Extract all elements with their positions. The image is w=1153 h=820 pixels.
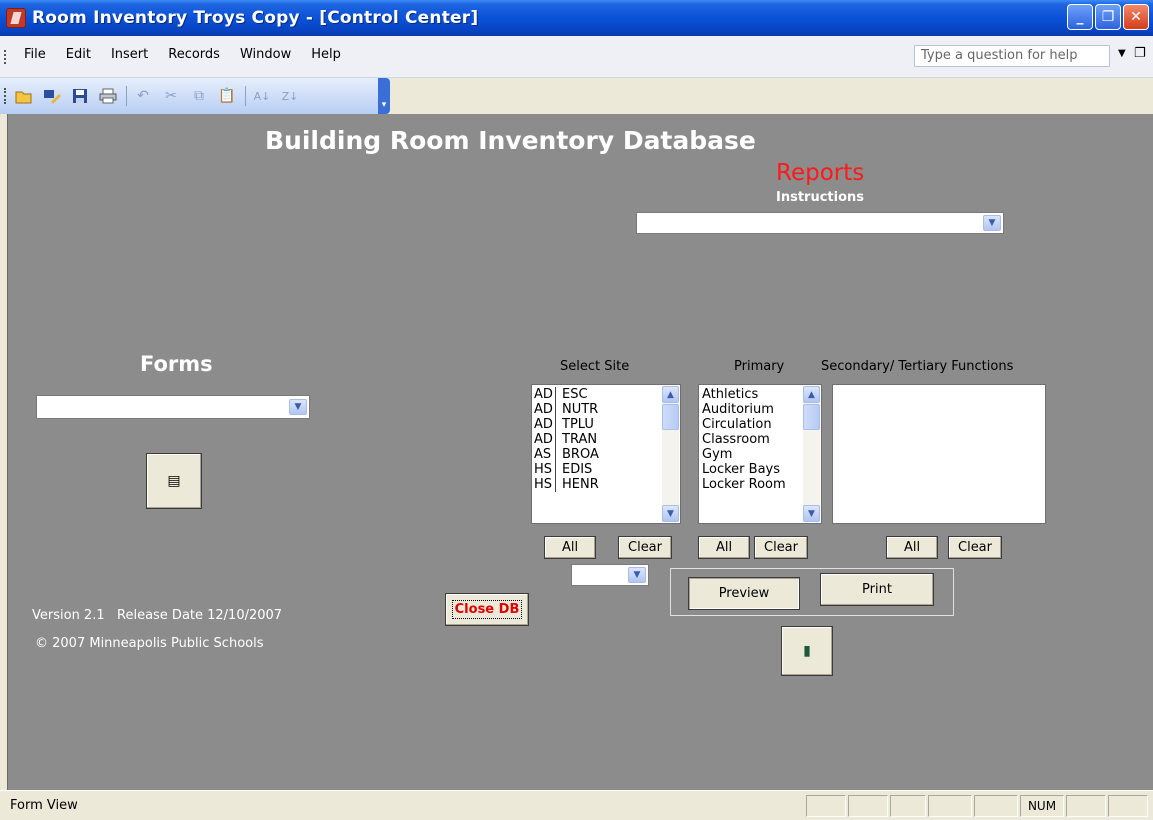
site-all-button[interactable]: All [544,536,596,559]
book-icon: ▮ [803,643,811,659]
open-icon[interactable] [14,86,34,106]
menu-bar: File Edit Insert Records Window Help Typ… [0,36,1153,78]
status-mode: Form View [10,798,78,813]
site-clear-button[interactable]: Clear [618,536,672,559]
primary-clear-button[interactable]: Clear [754,536,808,559]
chevron-down-icon[interactable]: ▼ [628,567,646,583]
scroll-thumb[interactable] [662,404,679,430]
status-panel [1066,795,1106,817]
help-question-input[interactable]: Type a question for help [914,45,1110,67]
list-item[interactable]: HS EDIS [532,462,680,477]
primary-listbox[interactable]: Athletics Auditorium Circulation Classro… [698,384,822,524]
secondary-label: Secondary/ Tertiary Functions [821,359,1014,374]
report-button[interactable]: ▮ [781,626,833,676]
control-center-form: Building Room Inventory Database Reports… [7,114,1153,790]
menu-records[interactable]: Records [158,47,230,62]
menu-insert[interactable]: Insert [101,47,158,62]
secondary-all-button[interactable]: All [886,536,938,559]
design-icon[interactable] [42,86,62,106]
scroll-thumb[interactable] [803,404,820,430]
menu-file[interactable]: File [14,47,56,62]
status-panel [928,795,972,817]
close-db-button[interactable]: Close DB [445,593,529,626]
primary-all-button[interactable]: All [698,536,750,559]
access-app-icon[interactable] [6,8,26,28]
mdi-restore-icon[interactable]: ❐ [1134,46,1146,61]
status-panel [1108,795,1148,817]
scroll-down-icon[interactable]: ▼ [803,505,820,522]
form-title: Building Room Inventory Database [265,126,756,155]
menu-window[interactable]: Window [230,47,301,62]
list-item[interactable]: AD ESC [532,387,680,402]
toolbar-options-icon[interactable]: ▾ [378,78,390,114]
list-item[interactable]: AS BROA [532,447,680,462]
copyright-text: © 2007 Minneapolis Public Schools [35,636,264,651]
form-icon: ▤ [167,473,181,489]
version-text: Version 2.1 Release Date 12/10/2007 [32,608,283,623]
sort-ascending-icon[interactable]: A↓ [252,86,272,106]
toolbar-grip-handle[interactable] [4,88,7,104]
scroll-down-icon[interactable]: ▼ [662,505,679,522]
secondary-clear-button[interactable]: Clear [948,536,1002,559]
title-bar: Room Inventory Troys Copy - [Control Cen… [0,0,1153,36]
status-panel [806,795,846,817]
chevron-down-icon[interactable]: ▼ [289,399,307,415]
cut-icon[interactable]: ✂ [161,86,181,106]
status-panel [890,795,926,817]
site-scrollbar[interactable]: ▲ ▼ [662,386,679,522]
toolbar-separator [126,86,127,106]
list-item[interactable]: AD TPLU [532,417,680,432]
close-button[interactable]: ✕ [1123,4,1149,30]
forms-combo[interactable]: ▼ [36,395,310,419]
paste-icon[interactable]: 📋 [217,86,237,106]
primary-scrollbar[interactable]: ▲ ▼ [803,386,820,522]
status-panel [848,795,888,817]
menu-grip-handle[interactable] [4,50,7,64]
minimize-button[interactable]: _ [1067,4,1093,30]
select-site-label: Select Site [560,359,630,374]
list-item[interactable]: HS HENR [532,477,680,492]
help-dropdown-icon[interactable]: ▼ [1118,48,1126,59]
standard-toolbar: ↶ ✂ ⧉ 📋 A↓ Z↓ ▾ [0,78,390,114]
reports-heading: Reports [776,160,865,186]
menu-edit[interactable]: Edit [56,47,101,62]
instructions-label: Instructions [776,190,865,205]
menu-help[interactable]: Help [301,47,351,62]
print-button[interactable]: Print [820,573,934,606]
site-listbox[interactable]: AD ESC AD NUTR AD TPLU AD TRAN AS BROA HS EDIS… [531,384,681,524]
sort-descending-icon[interactable]: Z↓ [280,86,300,106]
window-controls: _ ❐ ✕ [1067,4,1149,30]
secondary-listbox[interactable] [832,384,1046,524]
toolbar-separator [245,86,246,106]
open-form-button[interactable]: ▤ [146,453,202,509]
status-panel [974,795,1018,817]
save-icon[interactable] [70,86,90,106]
reports-combo[interactable]: ▼ [636,212,1004,234]
status-bar: Form View NUM [0,790,1153,820]
site-filter-combo[interactable]: ▼ [571,564,649,586]
list-item[interactable]: AD TRAN [532,432,680,447]
status-num-indicator: NUM [1020,795,1064,817]
scroll-up-icon[interactable]: ▲ [662,386,679,403]
primary-label: Primary [734,359,785,374]
copy-icon[interactable]: ⧉ [189,86,209,106]
list-item[interactable]: AD NUTR [532,402,680,417]
scroll-up-icon[interactable]: ▲ [803,386,820,403]
undo-icon[interactable]: ↶ [133,86,153,106]
window-title: Room Inventory Troys Copy - [Control Cen… [32,8,479,28]
forms-heading: Forms [140,352,213,376]
print-icon[interactable] [98,86,118,106]
chevron-down-icon[interactable]: ▼ [983,215,1001,231]
close-db-label: Close DB [451,600,523,619]
restore-button[interactable]: ❐ [1095,4,1121,30]
preview-button[interactable]: Preview [688,577,800,610]
